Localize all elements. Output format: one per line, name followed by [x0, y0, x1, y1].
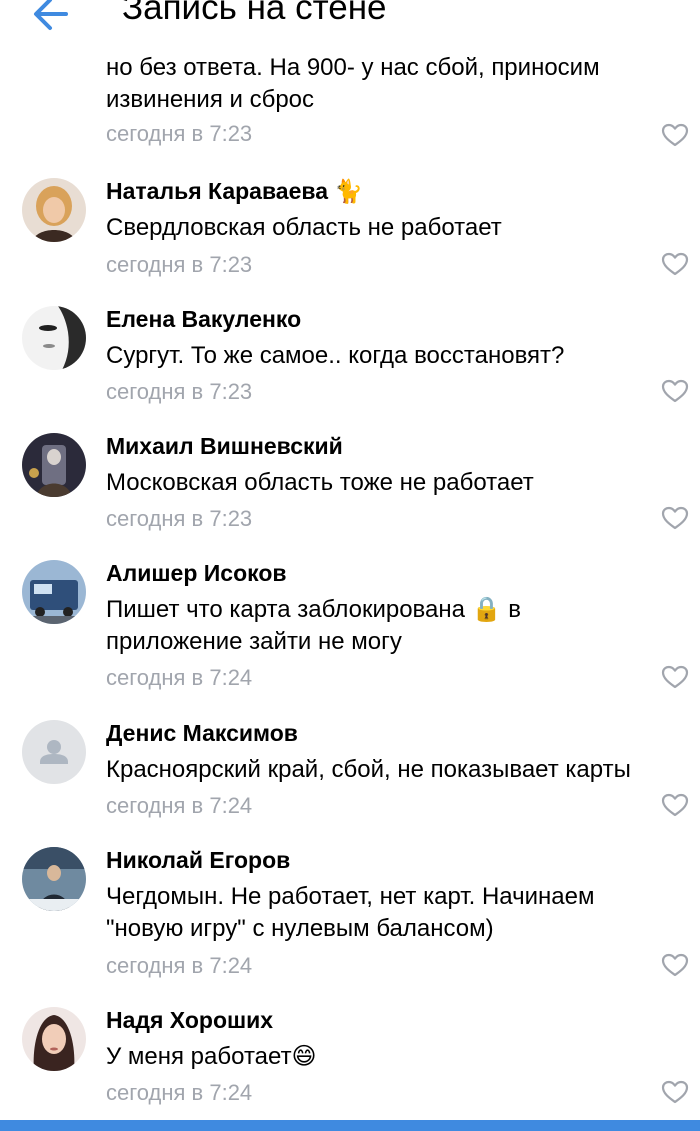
comment-text-line: извинения и сброс [106, 86, 315, 113]
heart-icon [661, 379, 689, 403]
avatar[interactable] [22, 720, 86, 784]
comment-author[interactable]: Наталья Караваева 🐈 [106, 178, 363, 205]
comment-item: Денис Максимов Красноярский край, сбой, … [0, 718, 700, 838]
comment-text: Сургут. То же самое.. когда восстановят? [106, 342, 565, 369]
wall-post-screen: Запись на стене но без ответа. На 900- у… [0, 0, 700, 1131]
like-button[interactable] [661, 793, 689, 817]
comment-time: сегодня в 7:23 [106, 506, 253, 531]
page-title: Запись на стене [122, 0, 387, 27]
comment-item: Михаил Вишневский Московская область тож… [0, 431, 700, 551]
arrow-left-icon [34, 0, 68, 30]
heart-icon [661, 793, 689, 817]
comment-author[interactable]: Денис Максимов [106, 720, 298, 747]
heart-icon [661, 252, 689, 276]
comment-time: сегодня в 7:24 [106, 953, 253, 978]
avatar[interactable] [22, 433, 86, 497]
heart-icon [661, 123, 689, 147]
user-placeholder-icon [22, 720, 86, 784]
bottom-accent-bar [0, 1120, 700, 1131]
comment-item: Елена Вакуленко Сургут. То же самое.. ко… [0, 304, 700, 424]
comment-item: Надя Хороших У меня работает😄 сегодня в … [0, 1005, 700, 1120]
comment-text: Свердловская область не работает [106, 214, 502, 241]
heart-icon [661, 506, 689, 530]
avatar[interactable] [22, 560, 86, 624]
comment-time: сегодня в 7:24 [106, 1080, 253, 1105]
comment-author[interactable]: Надя Хороших [106, 1007, 273, 1034]
comment-item: Наталья Караваева 🐈 Свердловская область… [0, 176, 700, 296]
heart-icon [661, 953, 689, 977]
comment-text: Московская область тоже не работает [106, 469, 534, 496]
comment-text: Красноярский край, сбой, не показывает к… [106, 756, 631, 783]
comment-time: сегодня в 7:23 [106, 252, 253, 277]
avatar[interactable] [22, 847, 86, 911]
comment-author[interactable]: Алишер Исоков [106, 560, 287, 587]
back-button[interactable] [28, 0, 76, 38]
comments-feed[interactable]: но без ответа. На 900- у нас сбой, прино… [0, 0, 700, 1131]
comment-text-line: Чегдомын. Не работает, нет карт. Начинае… [106, 883, 595, 910]
comment-text-line: приложение зайти не могу [106, 628, 402, 655]
comment-author[interactable]: Николай Егоров [106, 847, 290, 874]
avatar[interactable] [22, 1007, 86, 1071]
heart-icon [661, 665, 689, 689]
heart-icon [661, 1080, 689, 1104]
comment-item: Николай Егоров Чегдомын. Не работает, не… [0, 845, 700, 995]
like-button[interactable] [661, 506, 689, 530]
top-bar: Запись на стене [0, 0, 700, 52]
comment-time: сегодня в 7:23 [106, 121, 253, 146]
comment-author[interactable]: Елена Вакуленко [106, 306, 301, 333]
comment-time: сегодня в 7:24 [106, 793, 253, 818]
comment-text: У меня работает😄 [106, 1043, 317, 1070]
comment-text-line: "новую игру" с нулевым балансом) [106, 915, 494, 942]
comment-text-line: но без ответа. На 900- у нас сбой, прино… [106, 54, 600, 81]
like-button[interactable] [661, 953, 689, 977]
comment-author[interactable]: Михаил Вишневский [106, 433, 343, 460]
comment-time: сегодня в 7:23 [106, 379, 253, 404]
comment-text-line: Пишет что карта заблокирована 🔒 в [106, 596, 521, 623]
like-button[interactable] [661, 123, 689, 147]
comment-item: Алишер Исоков Пишет что карта заблокиров… [0, 558, 700, 708]
avatar[interactable] [22, 306, 86, 370]
like-button[interactable] [661, 665, 689, 689]
comment-time: сегодня в 7:24 [106, 665, 253, 690]
like-button[interactable] [661, 379, 689, 403]
avatar[interactable] [22, 178, 86, 242]
like-button[interactable] [661, 252, 689, 276]
like-button[interactable] [661, 1080, 689, 1104]
